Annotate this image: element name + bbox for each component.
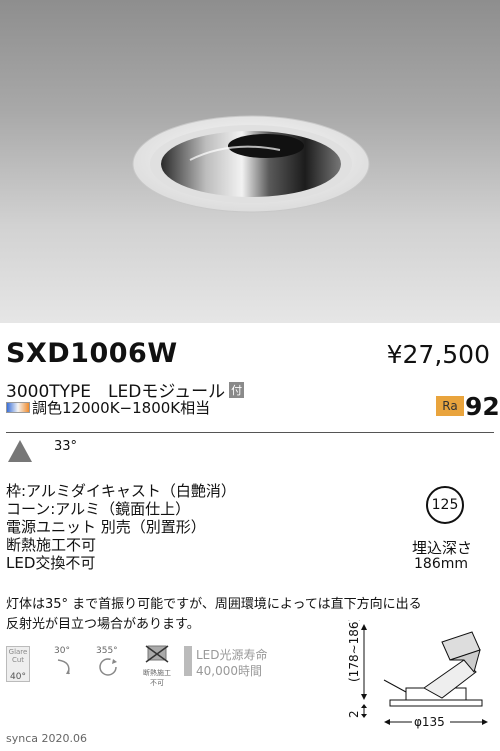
spec-led-replacement: LED交換不可 [6, 554, 96, 572]
tilt-value: 30° [54, 646, 70, 656]
color-temperature-bar-icon [6, 402, 30, 413]
embed-depth-value: 186mm [414, 556, 468, 572]
rotate-value: 355° [96, 646, 118, 656]
rotate-circle-icon [99, 658, 117, 676]
diameter-label: φ135 [414, 715, 445, 729]
glare-cut-value: 40° [10, 672, 26, 682]
color-temperature-text: 調色12000K−1800K相当 [32, 399, 211, 417]
rotate-icon: 355° [96, 646, 120, 682]
tilt-arc-icon [57, 659, 70, 675]
note-line-2: 反射光が目立つ場合があります。 [6, 617, 200, 632]
spec-insulation: 断熱施工不可 [6, 536, 97, 554]
insulation-prohibited-icon: 断熱施工不可 [140, 644, 174, 687]
footer-text: synca 2020.06 [6, 732, 87, 745]
spec-power-unit: 電源ユニット 別売（別置形） [6, 518, 206, 536]
model-number: SXD1006W [6, 338, 178, 369]
height-range-label: (178∼186) [347, 620, 361, 682]
included-badge: 付 [229, 382, 245, 398]
spec-cone: コーン:アルミ（鏡面仕上） [6, 500, 191, 518]
fixture-outline [383, 631, 483, 707]
led-life-bar-icon [184, 646, 192, 676]
offset-label: 2 [347, 710, 361, 718]
glare-cut-icon: Glare Cut 40° [6, 646, 30, 682]
dimension-drawing: (178∼186) 2 φ135 [347, 620, 488, 729]
beam-angle-icon [8, 440, 32, 462]
product-photo [0, 0, 500, 323]
price: ¥27,500 [386, 340, 490, 369]
beam-angle-value: 33° [54, 439, 78, 454]
glare-cut-label: Glare Cut [8, 648, 28, 664]
led-life-value: 40,000時間 [196, 664, 262, 678]
note-line-1: 灯体は35° まで首振り可能ですが、周囲環境によっては直下方向に出る [6, 597, 422, 612]
ra-value: 92 [465, 392, 500, 421]
cutout-diameter-badge: 125 [426, 486, 464, 524]
ra-badge: Ra [436, 396, 464, 416]
no-insulation-icon [145, 645, 169, 663]
embed-depth-label: 埋込深さ [412, 539, 473, 557]
tilt-icon: 30° [54, 646, 76, 680]
downlight-image [132, 115, 370, 213]
divider [6, 432, 494, 433]
insulation-prohibited-label: 断熱施工不可 [143, 669, 171, 687]
led-life-label: LED光源寿命 [196, 648, 268, 662]
spec-frame: 枠:アルミダイキャスト（白艶消） [6, 482, 236, 500]
